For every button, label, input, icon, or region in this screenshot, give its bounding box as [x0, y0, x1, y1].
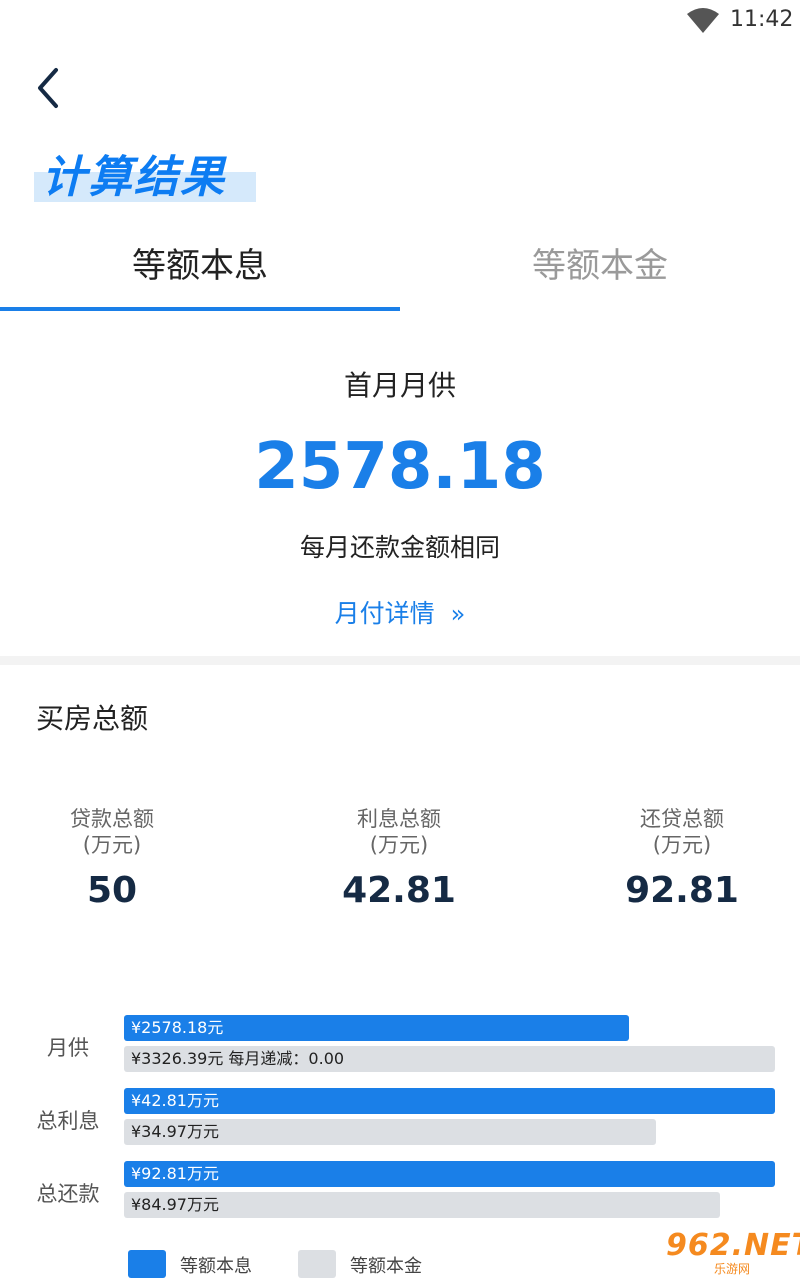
status-time: 11:42 [730, 7, 794, 32]
page-title: 计算结果 [42, 152, 226, 203]
bar-equal-principal: ¥34.97万元 [124, 1119, 656, 1145]
double-chevron-right-icon: » [450, 600, 466, 628]
stat-unit: (万元) [652, 833, 712, 857]
stat-value: 50 [86, 870, 138, 911]
stat-repayment-total: 还贷总额 (万元) 92.81 [562, 806, 800, 911]
stat-unit: (万元) [369, 833, 429, 857]
legend-swatch-equal-principal [298, 1250, 336, 1278]
bar-equal-installment: ¥92.81万元 [124, 1161, 775, 1187]
tab-active-indicator [0, 307, 400, 311]
legend-label-equal-installment: 等额本息 [180, 1256, 252, 1277]
bar-equal-principal: ¥3326.39元 每月递减：0.00 [124, 1046, 775, 1072]
comparison-bar-chart: 月供 ¥2578.18元 ¥3326.39元 每月递减：0.00 总利息 ¥42.81万… [0, 1010, 800, 1220]
monthly-detail-label: 月付详情 [334, 599, 435, 628]
page-title-block: 计算结果 [34, 150, 256, 206]
stat-label: 还贷总额 [640, 807, 724, 831]
chart-row-label: 月供 [47, 1036, 89, 1060]
stat-value: 42.81 [342, 870, 456, 911]
bar-equal-principal: ¥84.97万元 [124, 1192, 720, 1218]
site-watermark-logo: 962.NET 乐游网 [666, 1228, 800, 1276]
payment-note: 每月还款金额相同 [299, 533, 500, 562]
status-bar: 11:42 [0, 0, 800, 44]
wifi-icon [687, 8, 719, 33]
first-month-amount: 2578.18 [254, 430, 546, 504]
stat-unit: (万元) [82, 833, 142, 857]
watermark-text: 962.NET [666, 1228, 800, 1263]
tab-equal-installment[interactable]: 等额本息 [0, 236, 400, 314]
chart-row-label: 总还款 [36, 1182, 100, 1206]
legend-swatch-equal-installment [128, 1250, 166, 1278]
stat-interest-total: 利息总额 (万元) 42.81 [279, 806, 519, 911]
section-divider [0, 656, 800, 665]
stat-value: 92.81 [625, 870, 739, 911]
stat-label: 贷款总额 [70, 807, 154, 831]
tab-bar: 等额本息 等额本金 [0, 236, 800, 314]
chart-row-label: 总利息 [36, 1109, 100, 1133]
monthly-detail-link[interactable]: 月付详情 » [300, 594, 500, 630]
bar-equal-installment: ¥2578.18元 [124, 1015, 629, 1041]
stat-label: 利息总额 [357, 807, 441, 831]
first-month-label: 首月月供 [343, 369, 456, 402]
legend-label-equal-principal: 等额本金 [350, 1256, 422, 1277]
bar-equal-installment: ¥42.81万元 [124, 1088, 775, 1114]
totals-stats: 贷款总额 (万元) 50 利息总额 (万元) 42.81 还贷总额 (万元) 9… [0, 806, 800, 926]
back-arrow-icon[interactable] [28, 62, 72, 114]
watermark-sub: 乐游网 [714, 1262, 751, 1276]
payment-summary: 首月月供 2578.18 每月还款金额相同 月付详情 » [0, 320, 800, 656]
tab-equal-principal[interactable]: 等额本金 [400, 236, 800, 314]
stat-loan-total: 贷款总额 (万元) 50 [0, 806, 232, 911]
section-title: 买房总额 [36, 702, 149, 735]
